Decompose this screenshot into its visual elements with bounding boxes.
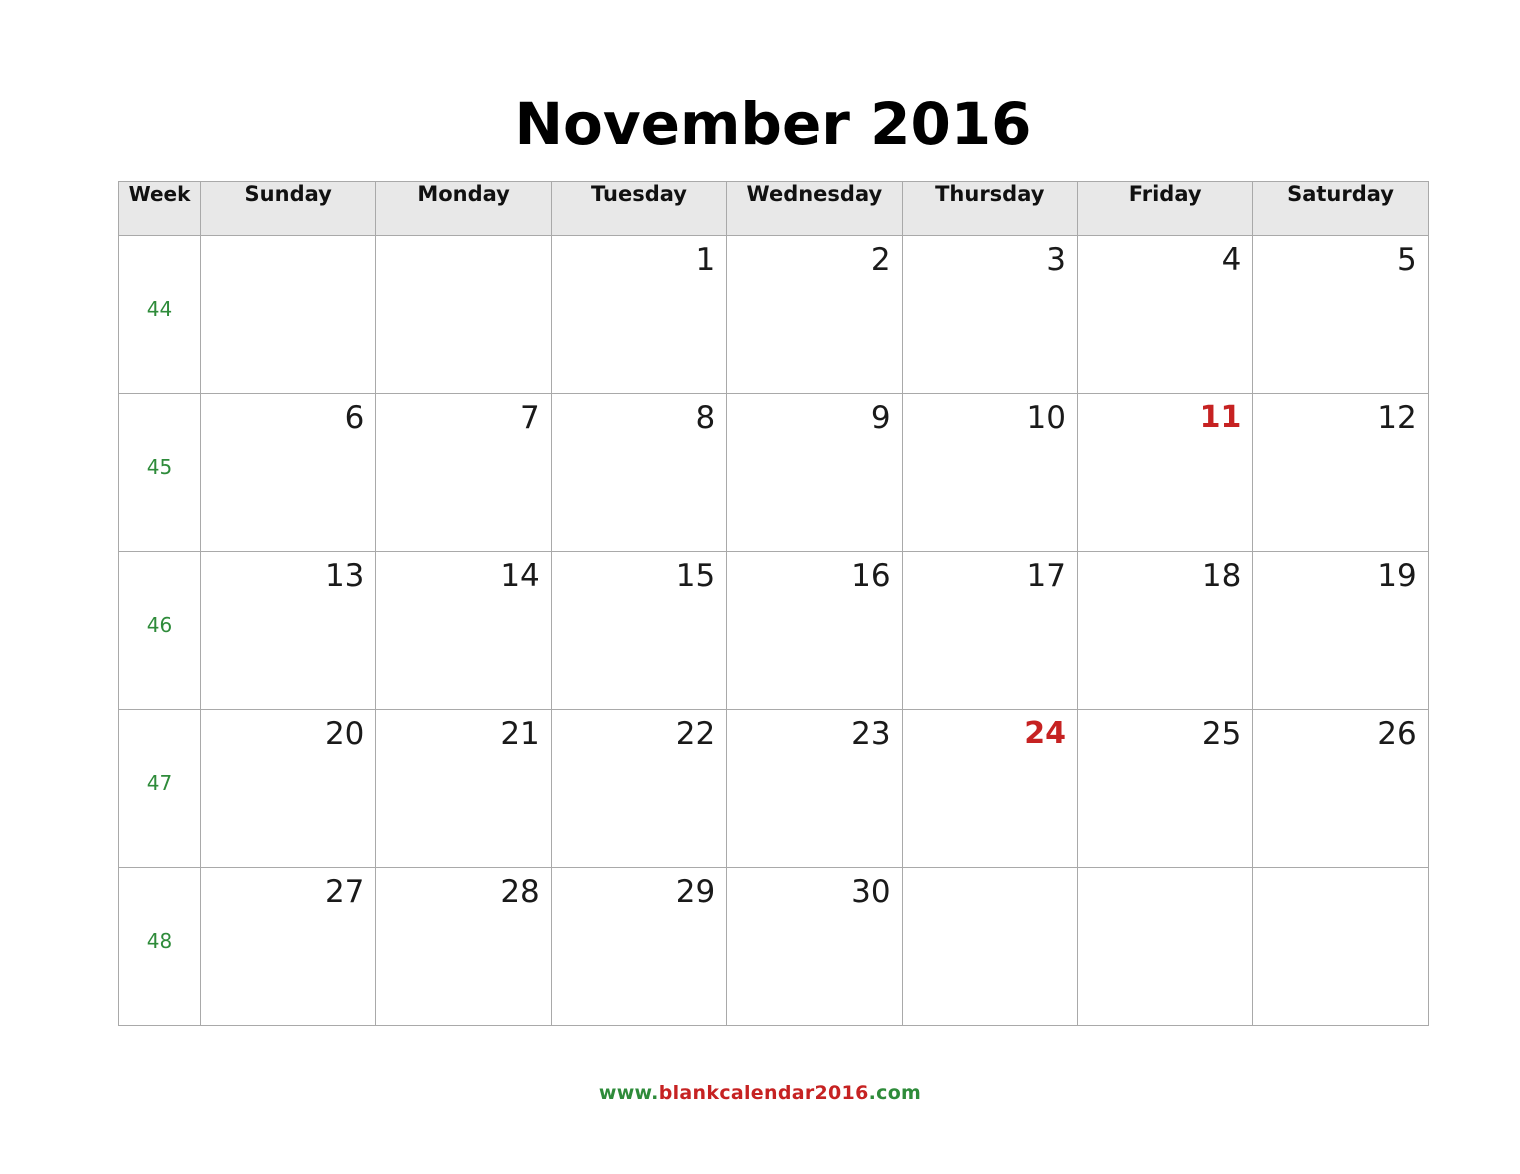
- day-number-holiday: 11: [1199, 400, 1242, 435]
- week-number: 45: [146, 455, 173, 479]
- column-header-week: Week: [118, 181, 201, 236]
- calendar-body: 44 1 2 3 4 5 45 6 7 8 9 10 11 12 46 13 14 15 16 17 18 19 47 20 2…: [118, 235, 1429, 1026]
- calendar-week-row: 48 27 28 29 30: [118, 867, 1429, 1026]
- day-cell[interactable]: 15: [550, 551, 728, 710]
- week-number: 47: [146, 771, 173, 795]
- day-cell[interactable]: 11: [1076, 393, 1254, 552]
- day-cell[interactable]: 18: [1076, 551, 1254, 710]
- day-cell[interactable]: 17: [901, 551, 1078, 710]
- column-header-sunday: Sunday: [199, 181, 377, 236]
- week-number: 44: [146, 297, 173, 321]
- week-number-cell: 45: [118, 393, 201, 552]
- column-header-wednesday: Wednesday: [726, 181, 903, 236]
- day-cell[interactable]: 5: [1252, 235, 1429, 394]
- week-number-cell: 48: [118, 867, 201, 1026]
- day-number: 14: [500, 558, 540, 594]
- day-number: 17: [1026, 558, 1066, 594]
- day-number: 13: [324, 558, 365, 594]
- day-number: 30: [851, 874, 891, 910]
- day-number: 25: [1201, 716, 1242, 752]
- day-number: 5: [1397, 242, 1417, 278]
- day-cell[interactable]: 2: [726, 235, 903, 394]
- day-number: 21: [500, 716, 540, 752]
- day-number: 22: [675, 716, 716, 752]
- week-number-cell: 44: [118, 235, 201, 394]
- day-cell[interactable]: 25: [1076, 709, 1254, 868]
- day-cell[interactable]: 10: [901, 393, 1078, 552]
- week-number: 46: [146, 613, 173, 637]
- day-cell[interactable]: 7: [375, 393, 552, 552]
- calendar-week-row: 47 20 21 22 23 24 25 26: [118, 709, 1429, 868]
- day-cell[interactable]: 29: [550, 867, 728, 1026]
- week-number: 48: [146, 929, 173, 953]
- day-cell[interactable]: 26: [1252, 709, 1429, 868]
- day-cell[interactable]: 23: [726, 709, 903, 868]
- calendar-header-row: Week Sunday Monday Tuesday Wednesday Thursday…: [118, 181, 1429, 236]
- day-number: 12: [1377, 400, 1417, 436]
- day-cell[interactable]: 8: [550, 393, 728, 552]
- day-number: 8: [695, 400, 716, 436]
- day-number: 19: [1377, 558, 1417, 594]
- day-cell-empty[interactable]: [375, 235, 552, 394]
- column-header-monday: Monday: [375, 181, 552, 236]
- column-header-saturday: Saturday: [1252, 181, 1429, 236]
- day-number: 1: [695, 242, 716, 278]
- week-number-cell: 46: [118, 551, 201, 710]
- calendar-grid: Week Sunday Monday Tuesday Wednesday Thursday…: [118, 181, 1429, 1026]
- footer-segment-2: .com: [868, 1082, 922, 1104]
- calendar-page: November 2016 Week Sunday Monday Tuesday Wed…: [0, 0, 1520, 1174]
- column-header-tuesday: Tuesday: [550, 181, 728, 236]
- footer-website-link[interactable]: www.blankcalendar2016.com: [0, 1082, 1520, 1104]
- day-cell[interactable]: 3: [901, 235, 1078, 394]
- day-number: 20: [324, 716, 365, 752]
- column-header-thursday: Thursday: [901, 181, 1078, 236]
- day-cell-empty[interactable]: [199, 235, 377, 394]
- page-title: November 2016: [514, 90, 1032, 158]
- day-number: 27: [324, 874, 365, 910]
- footer-segment-1: blankcalendar2016: [658, 1082, 869, 1104]
- day-cell[interactable]: 9: [726, 393, 903, 552]
- day-cell[interactable]: 4: [1076, 235, 1254, 394]
- day-number: 4: [1221, 242, 1242, 278]
- day-cell-empty[interactable]: [1076, 867, 1254, 1026]
- day-cell[interactable]: 19: [1252, 551, 1429, 710]
- day-number: 15: [675, 558, 716, 594]
- day-number: 10: [1026, 400, 1066, 436]
- day-number: 26: [1377, 716, 1417, 752]
- day-cell[interactable]: 13: [199, 551, 377, 710]
- calendar-week-row: 46 13 14 15 16 17 18 19: [118, 551, 1429, 710]
- day-cell[interactable]: 14: [375, 551, 552, 710]
- day-number: 16: [851, 558, 891, 594]
- day-number: 23: [851, 716, 891, 752]
- footer-segment-0: www.: [598, 1082, 659, 1104]
- day-cell[interactable]: 6: [199, 393, 377, 552]
- day-cell[interactable]: 24: [901, 709, 1078, 868]
- calendar-week-row: 44 1 2 3 4 5: [118, 235, 1429, 394]
- day-number: 29: [675, 874, 716, 910]
- day-number: 9: [870, 400, 891, 436]
- day-number: 7: [520, 400, 540, 436]
- day-cell-empty[interactable]: [901, 867, 1078, 1026]
- day-cell[interactable]: 16: [726, 551, 903, 710]
- day-cell[interactable]: 21: [375, 709, 552, 868]
- calendar-week-row: 45 6 7 8 9 10 11 12: [118, 393, 1429, 552]
- day-number: 28: [500, 874, 540, 910]
- day-cell[interactable]: 20: [199, 709, 377, 868]
- day-number: 6: [344, 400, 365, 436]
- column-header-friday: Friday: [1076, 181, 1254, 236]
- day-cell[interactable]: 1: [550, 235, 728, 394]
- day-cell[interactable]: 30: [726, 867, 903, 1026]
- day-cell-empty[interactable]: [1252, 867, 1429, 1026]
- day-cell[interactable]: 12: [1252, 393, 1429, 552]
- week-number-cell: 47: [118, 709, 201, 868]
- day-number: 3: [1046, 242, 1066, 278]
- day-cell[interactable]: 28: [375, 867, 552, 1026]
- day-number-holiday: 24: [1024, 716, 1066, 751]
- day-number: 2: [870, 242, 891, 278]
- day-cell[interactable]: 22: [550, 709, 728, 868]
- day-cell[interactable]: 27: [199, 867, 377, 1026]
- day-number: 18: [1201, 558, 1242, 594]
